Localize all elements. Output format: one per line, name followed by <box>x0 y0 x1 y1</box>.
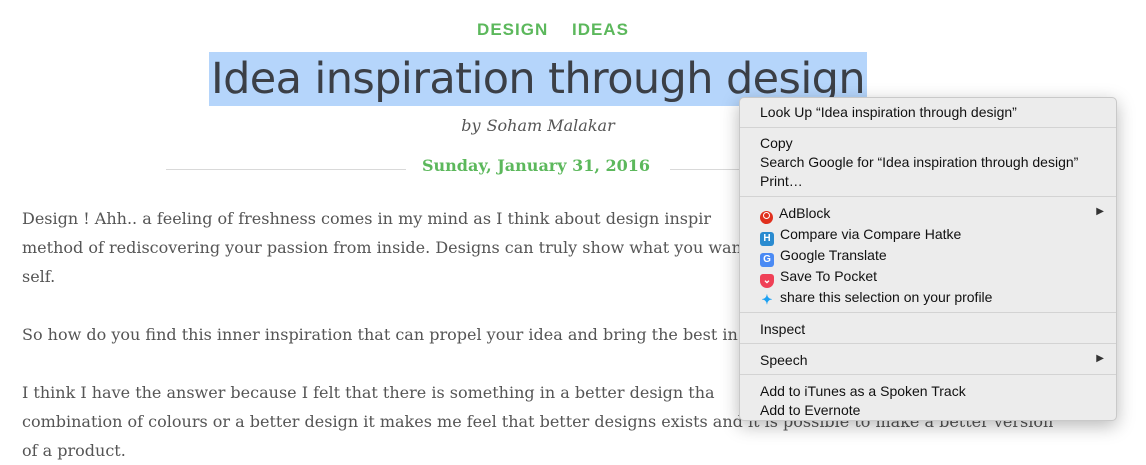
menu-separator <box>740 374 1116 375</box>
google-translate-icon: G <box>760 253 774 267</box>
menu-item-speech[interactable]: Speech <box>760 350 807 370</box>
menu-item-adblock[interactable]: AdBlock <box>760 203 831 224</box>
context-menu: Look Up “Idea inspiration through design… <box>739 97 1117 421</box>
menu-separator <box>740 343 1116 344</box>
menu-item-add-to-evernote[interactable]: Add to Evernote <box>760 400 860 420</box>
menu-item-print[interactable]: Print… <box>760 171 803 191</box>
menu-item-compare-hatke[interactable]: H Compare via Compare Hatke <box>760 224 962 246</box>
category-ideas[interactable]: IDEAS <box>572 20 629 39</box>
menu-item-google-translate[interactable]: G Google Translate <box>760 245 887 267</box>
menu-item-search-google[interactable]: Search Google for “Idea inspiration thro… <box>760 152 1078 172</box>
pocket-icon: ⌄ <box>760 274 774 288</box>
menu-item-label: AdBlock <box>779 205 831 221</box>
twitter-bird-icon: ✦ <box>761 292 773 307</box>
menu-item-label: Google Translate <box>780 247 887 263</box>
paragraph-line: of a product. <box>22 441 126 460</box>
category-tags: DESIGN IDEAS <box>0 20 1106 40</box>
menu-item-label: Save To Pocket <box>780 268 878 284</box>
menu-separator <box>740 196 1116 197</box>
menu-item-label: share this selection on your profile <box>780 289 993 305</box>
blog-page: DESIGN IDEAS Idea inspiration through de… <box>0 0 1146 460</box>
submenu-arrow-icon: ▶ <box>1096 206 1104 217</box>
menu-item-add-to-itunes[interactable]: Add to iTunes as a Spoken Track <box>760 381 966 401</box>
adblock-icon <box>760 211 773 224</box>
menu-item-label: Compare via Compare Hatke <box>780 226 962 242</box>
menu-item-save-to-pocket[interactable]: ⌄ Save To Pocket <box>760 266 878 288</box>
menu-item-inspect[interactable]: Inspect <box>760 319 805 339</box>
menu-item-copy[interactable]: Copy <box>760 133 793 153</box>
category-design[interactable]: DESIGN <box>477 20 548 39</box>
author-name[interactable]: Soham Malakar <box>487 116 615 135</box>
submenu-arrow-icon: ▶ <box>1096 353 1104 364</box>
menu-separator <box>740 127 1116 128</box>
menu-item-share-selection[interactable]: ✦ share this selection on your profile <box>760 287 993 307</box>
by-label: by <box>461 116 481 135</box>
compare-hatke-icon: H <box>760 232 774 246</box>
menu-separator <box>740 312 1116 313</box>
menu-item-look-up[interactable]: Look Up “Idea inspiration through design… <box>760 102 1017 122</box>
